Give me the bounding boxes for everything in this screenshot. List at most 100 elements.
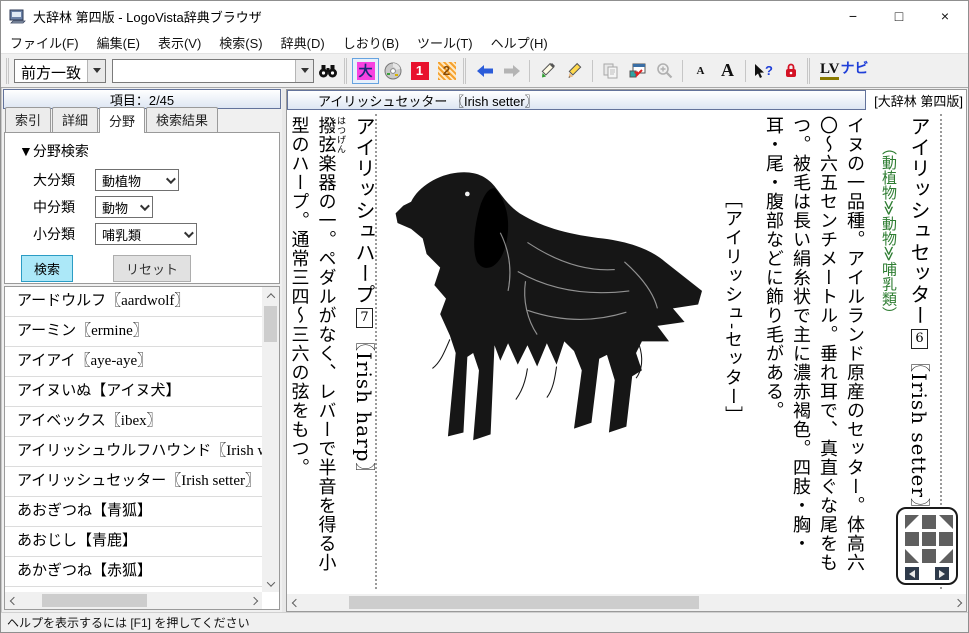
body-rest: 楽器の一。ペダルがなく、レバーで半音を得る小型のハープ。通常三四～三六の弦をもつ…: [289, 116, 337, 572]
forward-button[interactable]: [498, 58, 525, 84]
content-horizontal-scrollbar[interactable]: [287, 594, 966, 611]
forward-arrow-icon: [503, 64, 521, 78]
navigation-grid[interactable]: [905, 515, 949, 563]
minor-category-label: 小分類: [33, 224, 95, 244]
menu-dictionary[interactable]: 辞典(D): [272, 31, 334, 53]
search-combobox[interactable]: [112, 59, 314, 83]
list-item[interactable]: アイヌいぬ【アイヌ犬】: [5, 377, 262, 407]
list-item[interactable]: アイアイ〖aye-aye〗: [5, 347, 262, 377]
toolbar-grip[interactable]: [807, 58, 808, 84]
nav-bottom-right-icon[interactable]: [939, 549, 953, 563]
nav-top-icon[interactable]: [922, 515, 936, 529]
status-bar: ヘルプを表示するには [F1] を押してください: [1, 612, 968, 632]
tab-details[interactable]: 詳細: [52, 107, 98, 132]
find-button[interactable]: [314, 58, 341, 84]
toolbar-grip[interactable]: [344, 58, 345, 84]
nav-next-entry-button[interactable]: [935, 567, 949, 580]
lock-button[interactable]: [777, 58, 804, 84]
search-mode-dropdown-button[interactable]: [87, 60, 105, 82]
menu-tools[interactable]: ツール(T): [408, 31, 482, 53]
help-cursor-icon: [754, 63, 765, 79]
minor-category-select[interactable]: 哺乳類: [95, 223, 197, 245]
nav-center-icon[interactable]: [922, 532, 936, 546]
pencil-button[interactable]: [561, 58, 588, 84]
menu-edit[interactable]: 編集(E): [88, 31, 149, 53]
font-larger-button[interactable]: A: [714, 58, 741, 84]
scrollbar-thumb[interactable]: [349, 596, 699, 609]
minimize-button[interactable]: −: [830, 1, 876, 31]
toolbar-separator: [529, 60, 530, 82]
list-item[interactable]: アーミン〖ermine〗: [5, 317, 262, 347]
menu-help[interactable]: ヘルプ(H): [482, 31, 557, 53]
tab-field[interactable]: 分野: [99, 107, 145, 133]
field-reset-button[interactable]: リセット: [113, 255, 191, 282]
result-window-1-button[interactable]: 1: [406, 58, 433, 84]
pencil-icon: [566, 62, 584, 80]
window-jump-button[interactable]: [624, 58, 651, 84]
middle-category-value: 動物: [102, 198, 128, 217]
navigation-pad[interactable]: [896, 507, 958, 585]
nav-bottom-icon[interactable]: [922, 549, 936, 563]
toolbar-separator: [592, 60, 593, 82]
nav-bottom-left-icon[interactable]: [905, 549, 919, 563]
headword-gloss: 〖Irish harp〗: [352, 331, 376, 484]
toolbar-grip[interactable]: [463, 58, 464, 84]
zoom-button[interactable]: [651, 58, 678, 84]
lv-navi-button[interactable]: LV ナビ: [815, 58, 873, 84]
result-window-2-button[interactable]: 2: [433, 58, 460, 84]
scroll-down-button[interactable]: [262, 575, 279, 592]
search-mode-combobox[interactable]: 前方一致: [14, 59, 106, 83]
font-smaller-button[interactable]: A: [687, 58, 714, 84]
list-item[interactable]: アイリッシュセッター〖Irish setter〗: [5, 467, 262, 497]
maximize-button[interactable]: □: [876, 1, 922, 31]
list-item[interactable]: あおじし【青鹿】: [5, 527, 262, 557]
search-dropdown-button[interactable]: [295, 60, 313, 82]
entry-content-pane: アイリッシュセッター 〖Irish setter〗 [大辞林 第四版] アイリッ…: [286, 89, 967, 612]
close-button[interactable]: ×: [922, 1, 968, 31]
nav-left-icon[interactable]: [905, 532, 919, 546]
scroll-left-button[interactable]: [5, 592, 22, 609]
list-item[interactable]: あおぎつね【青狐】: [5, 497, 262, 527]
nav-top-right-icon[interactable]: [939, 515, 953, 529]
scrollbar-thumb[interactable]: [264, 306, 277, 342]
dictionary-select-button[interactable]: 大: [352, 58, 379, 84]
copy-button[interactable]: [597, 58, 624, 84]
nav-top-left-icon[interactable]: [905, 515, 919, 529]
toolbar: 前方一致 大 1: [1, 54, 968, 88]
field-search-title[interactable]: ▼分野検索: [19, 141, 279, 161]
back-button[interactable]: [471, 58, 498, 84]
chevron-up-icon: [266, 293, 274, 301]
menu-search[interactable]: 検索(S): [210, 31, 271, 53]
middle-category-select[interactable]: 動物: [95, 196, 153, 218]
list-item[interactable]: アイリッシュウルフハウンド〖Irish wolfhound〗: [5, 437, 262, 467]
scroll-right-button[interactable]: [949, 594, 966, 611]
field-search-button[interactable]: 検索: [21, 255, 73, 282]
toolbar-separator: [745, 60, 746, 82]
scroll-right-button[interactable]: [245, 592, 262, 609]
menu-file[interactable]: ファイル(F): [1, 31, 88, 53]
scrollbar-thumb[interactable]: [42, 594, 147, 607]
menu-bookmark[interactable]: しおり(B): [334, 31, 408, 53]
list-horizontal-scrollbar[interactable]: [5, 592, 262, 609]
list-item[interactable]: アイベックス〖ibex〗: [5, 407, 262, 437]
context-help-button[interactable]: ?: [750, 58, 777, 84]
main-area: 項目：2/45 索引 詳細 分野 検索結果 ▼分野検索 大分類 動植物 中分類: [1, 88, 968, 612]
entry-canvas[interactable]: アイリッシュセッター6〖Irish setter〗 （動植物≫動物≫哺乳類） イ…: [287, 110, 966, 611]
major-category-select[interactable]: 動植物: [95, 169, 179, 191]
list-vertical-scrollbar[interactable]: [262, 287, 279, 592]
nav-right-icon[interactable]: [939, 532, 953, 546]
list-item[interactable]: あかぎつね【赤狐】: [5, 557, 262, 587]
scroll-left-button[interactable]: [287, 594, 304, 611]
menu-view[interactable]: 表示(V): [149, 31, 210, 53]
marker-button[interactable]: [534, 58, 561, 84]
font-small-icon: A: [697, 65, 705, 77]
nav-prev-entry-button[interactable]: [905, 567, 919, 580]
tab-index[interactable]: 索引: [5, 107, 51, 132]
toolbar-grip[interactable]: [6, 58, 7, 84]
list-item[interactable]: アードウルフ〖aardwolf〗: [5, 287, 262, 317]
disc-button[interactable]: [379, 58, 406, 84]
search-input[interactable]: [113, 60, 295, 82]
scroll-up-button[interactable]: [262, 287, 279, 304]
chevron-left-icon: [291, 598, 299, 606]
tab-search-results[interactable]: 検索結果: [146, 107, 218, 132]
